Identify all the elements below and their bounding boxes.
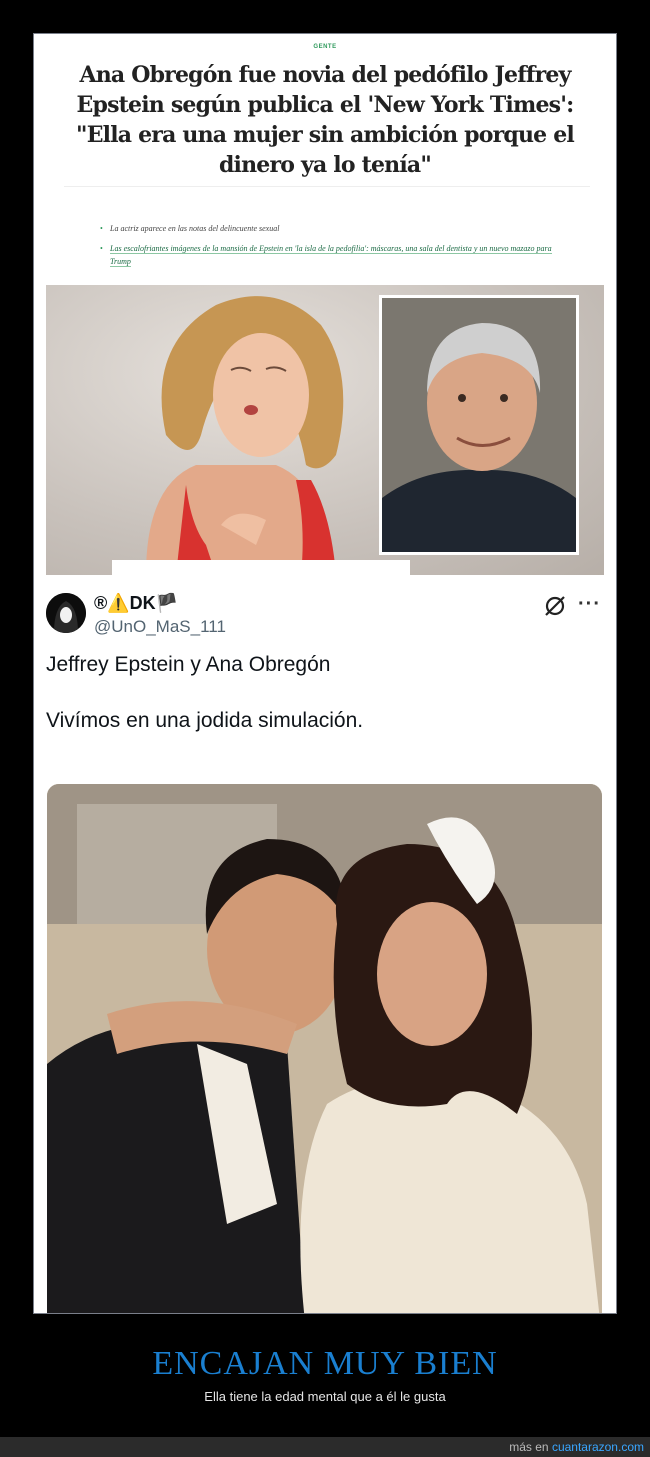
tweet-card: ®⚠️DK🏴 @UnO_MaS_111 ··· Jeffrey Epstein … [34, 579, 616, 1313]
meme-title: ENCAJAN MUY BIEN [152, 1345, 498, 1382]
meme-subtitle: Ella tiene la edad mental que a él le gu… [204, 1389, 446, 1404]
user-handle[interactable]: @UnO_MaS_111 [94, 617, 226, 637]
meme-frame: GENTE Ana Obregón fue novia del pedófilo… [33, 33, 617, 1314]
bullet-item: • La actriz aparece en las notas del del… [100, 224, 280, 233]
bullet-text: La actriz aparece en las notas del delin… [110, 224, 280, 233]
caption-strip [112, 560, 410, 575]
news-article-screenshot: GENTE Ana Obregón fue novia del pedófilo… [34, 34, 616, 579]
grok-icon[interactable] [542, 593, 568, 619]
bullet-item-link[interactable]: • Las escalofriantes imágenes de la mans… [100, 242, 570, 268]
man-photo-inset [379, 295, 579, 555]
footer-bar: más en cuantarazon.com [0, 1437, 650, 1457]
woman-photo [146, 296, 344, 575]
footer-site-link[interactable]: cuantarazon.com [552, 1440, 644, 1454]
section-tag: GENTE [313, 44, 337, 50]
tweet-text: Jeffrey Epstein y Ana Obregón Vivímos en… [46, 653, 364, 732]
article-headline: Ana Obregón fue novia del pedófilo Jeffr… [76, 62, 575, 178]
tweet-photo[interactable] [47, 784, 602, 1313]
more-options-icon[interactable]: ··· [578, 593, 601, 616]
bullet-list: • La actriz aparece en las notas del del… [100, 222, 570, 268]
avatar[interactable] [46, 593, 86, 633]
display-name[interactable]: ®⚠️DK🏴 [94, 593, 178, 614]
divider [64, 186, 590, 187]
article-hero-image [46, 285, 604, 575]
man-photo [382, 298, 576, 552]
couple-photo [47, 784, 602, 1313]
hooded-figure-icon [46, 593, 86, 633]
bullet-link-text[interactable]: Las escalofriantes imágenes de la mansió… [110, 244, 552, 267]
footer-prefix: más en [509, 1440, 549, 1454]
footer-text: más en cuantarazon.com [509, 1440, 644, 1454]
